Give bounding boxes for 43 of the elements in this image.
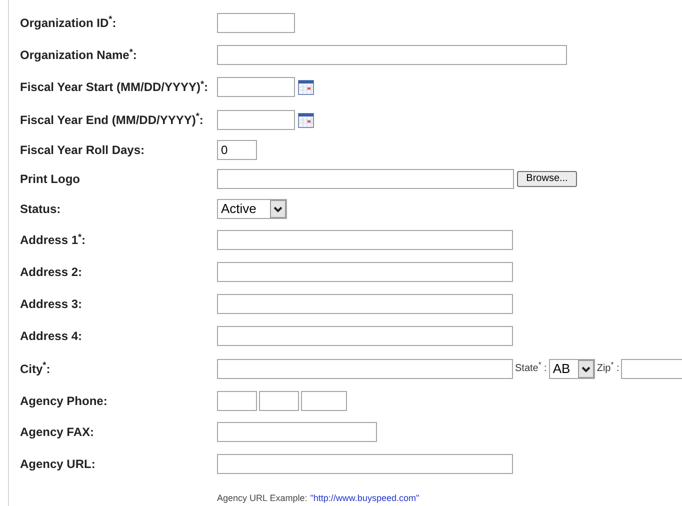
field-label: Address 3: — [20, 296, 84, 312]
input-field[interactable] — [259, 390, 299, 410]
input-field[interactable] — [217, 230, 513, 250]
field-label: Agency URL: — [20, 456, 96, 473]
chevron-down-icon — [270, 200, 286, 218]
input-field[interactable] — [217, 45, 567, 65]
calendar-icon[interactable] — [298, 79, 314, 95]
input-field[interactable] — [301, 390, 347, 410]
input-field[interactable] — [217, 358, 513, 378]
input-field[interactable] — [217, 294, 513, 314]
field-label: State$^{*}$ : — [515, 361, 547, 376]
dropdown[interactable]: Active — [217, 199, 287, 219]
chevron-down-icon — [578, 360, 594, 378]
input-field[interactable] — [217, 262, 513, 282]
field-label: Agency Phone: — [20, 392, 108, 410]
input-field[interactable] — [217, 169, 514, 189]
calendar-icon[interactable] — [298, 112, 314, 128]
field-label: Print Logo — [20, 171, 81, 188]
field-label: Address 4: — [20, 328, 84, 345]
field-label: Zip$^{*}$ : — [596, 361, 620, 376]
input-field[interactable] — [217, 326, 513, 346]
input-field[interactable] — [621, 358, 682, 378]
field-label: Fiscal Year Roll Days: — [20, 142, 146, 159]
field-label: Address 2: — [20, 264, 84, 280]
field-label: Fiscal Year End (MM/DD/YYYY)$^{*}$: — [20, 110, 204, 128]
field-label: Organization Name$^{*}$: — [20, 46, 138, 64]
field-label: Fiscal Year Start (MM/DD/YYYY)$^{*}$: — [20, 78, 210, 96]
field-label: City$^{*}$: — [20, 360, 52, 378]
input-field[interactable] — [217, 390, 257, 410]
field-label: Organization ID$^{*}$: — [20, 14, 118, 32]
input-field[interactable] — [217, 454, 513, 474]
input-field[interactable] — [217, 110, 295, 130]
input-field[interactable] — [217, 422, 377, 442]
input-field[interactable] — [217, 77, 295, 97]
hint-text: Agency URL Example: — [217, 492, 308, 505]
field-label: Address 1$^{*}$: — [20, 231, 87, 249]
field-label: Agency FAX: — [20, 424, 96, 441]
input-field[interactable]: 0 — [217, 140, 257, 160]
field-label: Status: — [20, 201, 62, 218]
example-url: "http://www.buyspeed.com" — [310, 492, 420, 505]
dropdown[interactable]: AB — [548, 358, 595, 378]
browse-button[interactable]: Browse... — [517, 171, 577, 187]
input-field[interactable] — [217, 12, 295, 32]
